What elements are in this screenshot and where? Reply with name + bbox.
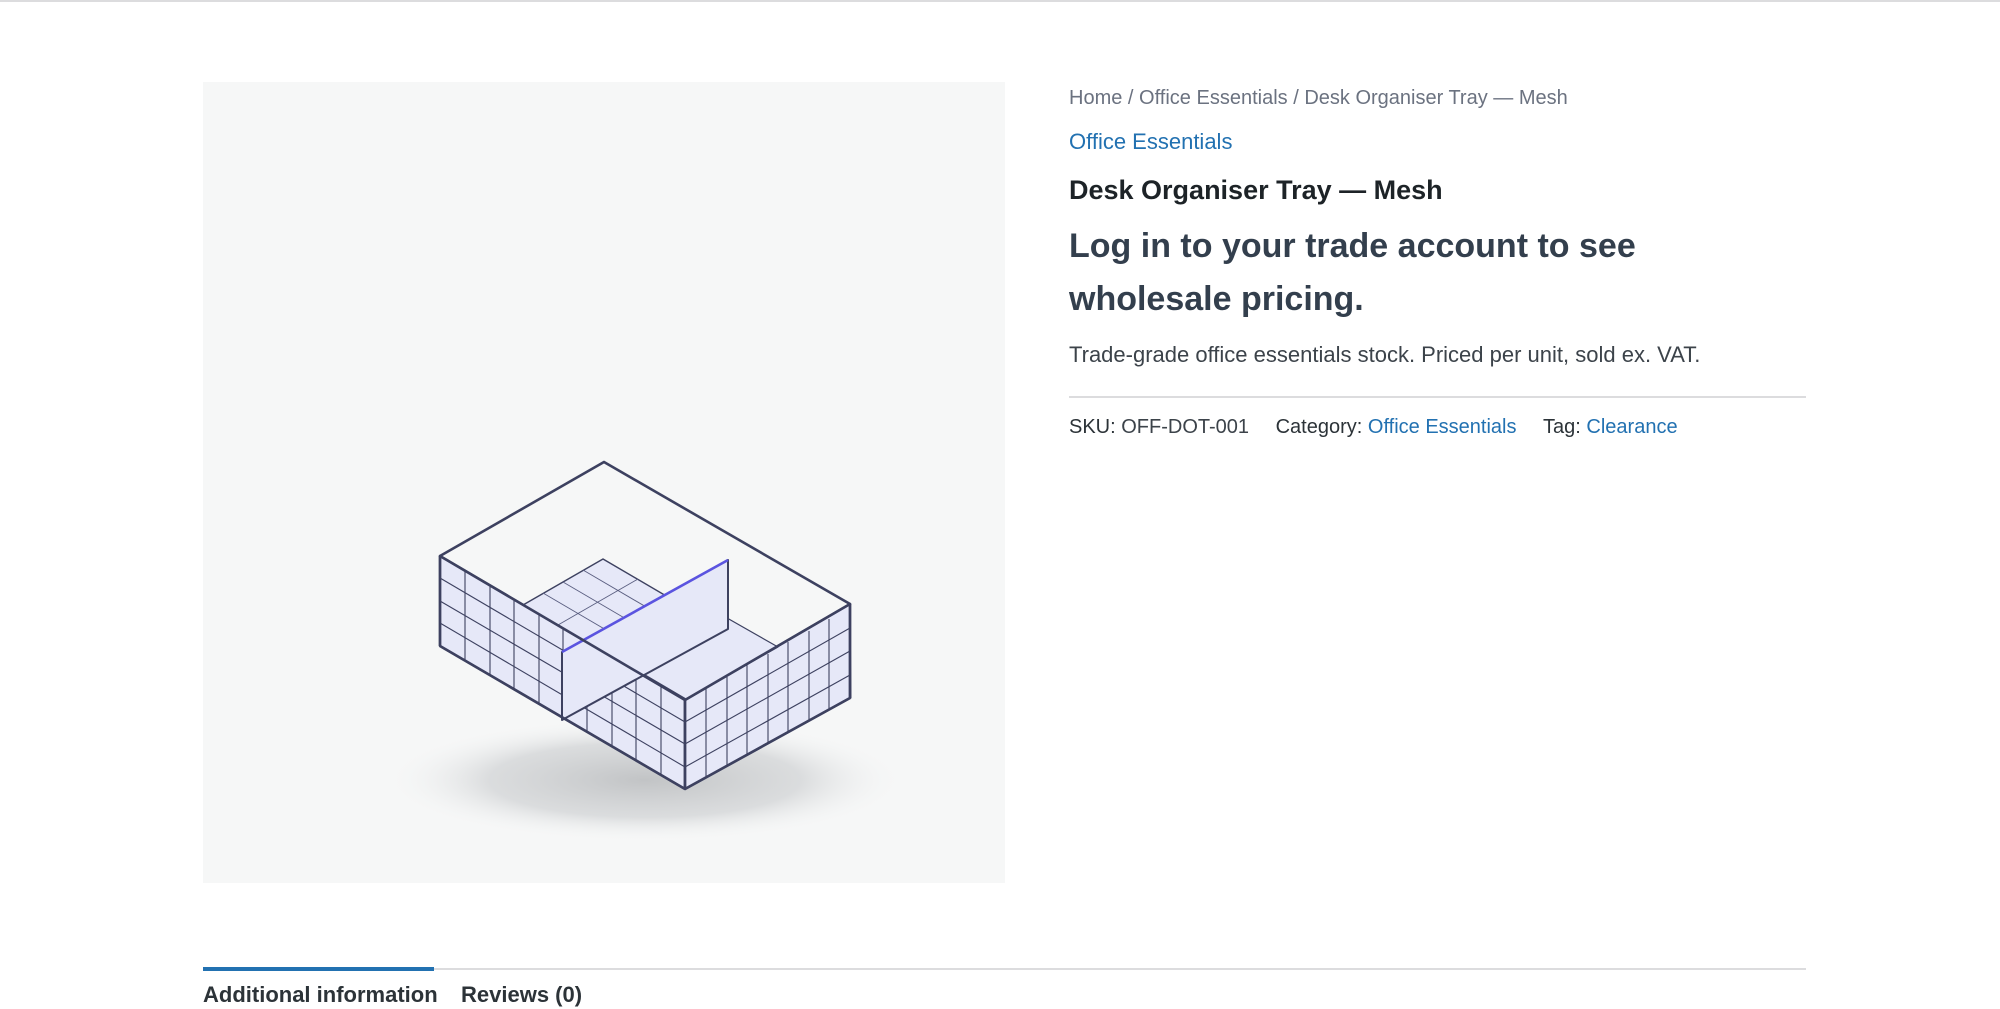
breadcrumb-current: Desk Organiser Tray — Mesh <box>1304 87 1568 109</box>
product-tabs: Additional information Reviews (0) <box>203 967 1806 1007</box>
category-link[interactable]: Office Essentials <box>1368 416 1517 438</box>
product-category-link[interactable]: Office Essentials <box>1069 126 1806 158</box>
meta-divider <box>1069 396 1806 398</box>
tag-meta: Tag: Clearance <box>1543 416 1678 438</box>
breadcrumb-separator: / <box>1127 87 1134 109</box>
product-title: Desk Organiser Tray — Mesh <box>1069 175 1443 205</box>
tag-label: Tag: <box>1543 416 1581 438</box>
product-meta: SKU: OFF-DOT-001 Category: Office Essent… <box>1069 412 1806 442</box>
sku-value: OFF-DOT-001 <box>1121 416 1250 438</box>
category-label: Category: <box>1275 416 1363 438</box>
breadcrumb-home[interactable]: Home <box>1069 87 1122 109</box>
product-short-description: Trade-grade office essentials stock. Pri… <box>1069 342 1701 367</box>
breadcrumb: Home / Office Essentials / Desk Organise… <box>1069 82 1806 114</box>
tab-additional-information[interactable]: Additional information <box>203 981 438 1009</box>
mesh-tray-illustration <box>385 460 905 842</box>
active-tab-indicator <box>203 967 434 971</box>
product-image[interactable] <box>203 82 1005 883</box>
top-border <box>0 0 2000 2</box>
sku-meta: SKU: OFF-DOT-001 <box>1069 416 1255 438</box>
category-meta: Category: Office Essentials <box>1276 416 1522 438</box>
breadcrumb-separator: / <box>1293 87 1299 109</box>
tabs-divider <box>203 968 1806 970</box>
sku-label: SKU: <box>1069 416 1116 438</box>
trade-login-price-notice: Log in to your trade account to see whol… <box>1069 227 1636 318</box>
product-summary: Home / Office Essentials / Desk Organise… <box>1069 82 1806 442</box>
tab-reviews[interactable]: Reviews (0) <box>461 981 582 1009</box>
tag-link[interactable]: Clearance <box>1586 416 1677 438</box>
breadcrumb-category[interactable]: Office Essentials <box>1139 87 1288 109</box>
